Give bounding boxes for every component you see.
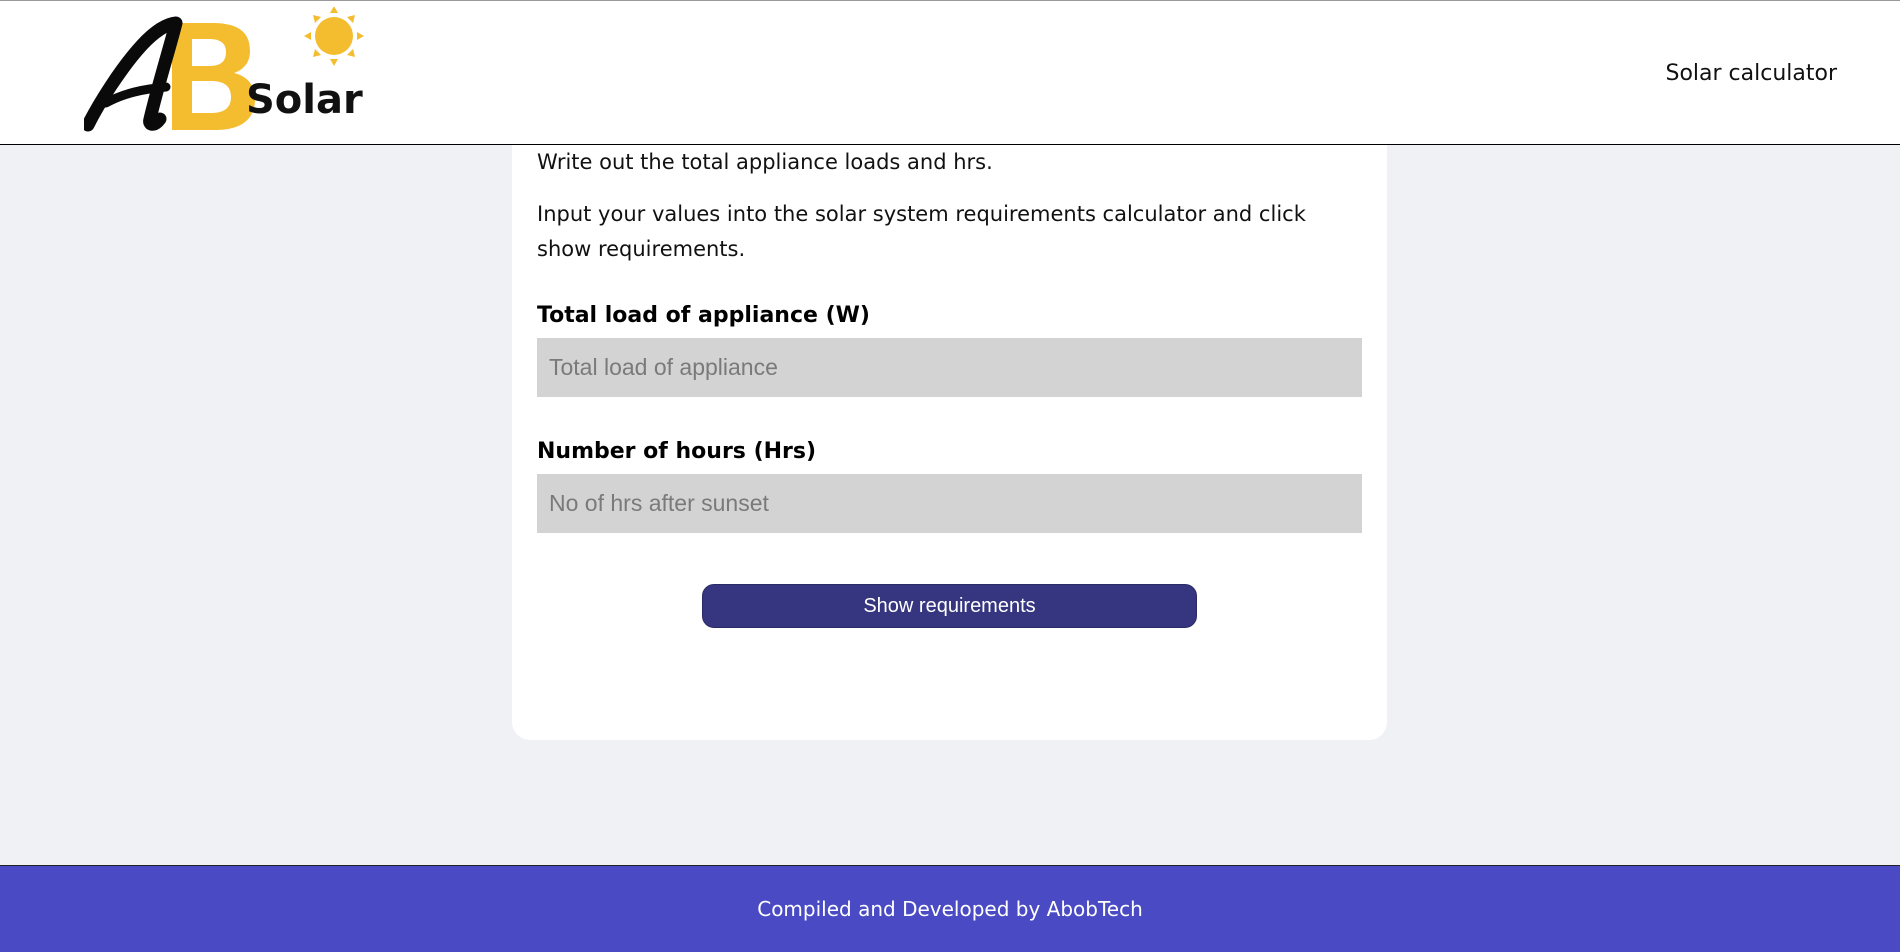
ab-solar-logo[interactable]: Solar: [84, 7, 384, 135]
nav-link-solar-calculator[interactable]: Solar calculator: [1665, 61, 1837, 86]
calculator-card: Write out the total appliance loads and …: [512, 145, 1387, 740]
total-load-input[interactable]: [537, 338, 1362, 397]
site-footer: Compiled and Developed by AbobTech: [0, 865, 1900, 952]
show-requirements-button[interactable]: Show requirements: [702, 584, 1197, 628]
intro-text-2: Input your values into the solar system …: [537, 202, 1306, 261]
logo-word: Solar: [246, 77, 363, 123]
intro-text-1: Write out the total appliance loads and …: [537, 150, 993, 174]
sun-icon: [304, 7, 364, 66]
footer-credit: Compiled and Developed by AbobTech: [757, 897, 1143, 921]
hours-label: Number of hours (Hrs): [537, 439, 817, 464]
site-header: Solar Solar calculator: [0, 0, 1900, 145]
hours-input[interactable]: [537, 474, 1362, 533]
total-load-label: Total load of appliance (W): [537, 303, 870, 328]
